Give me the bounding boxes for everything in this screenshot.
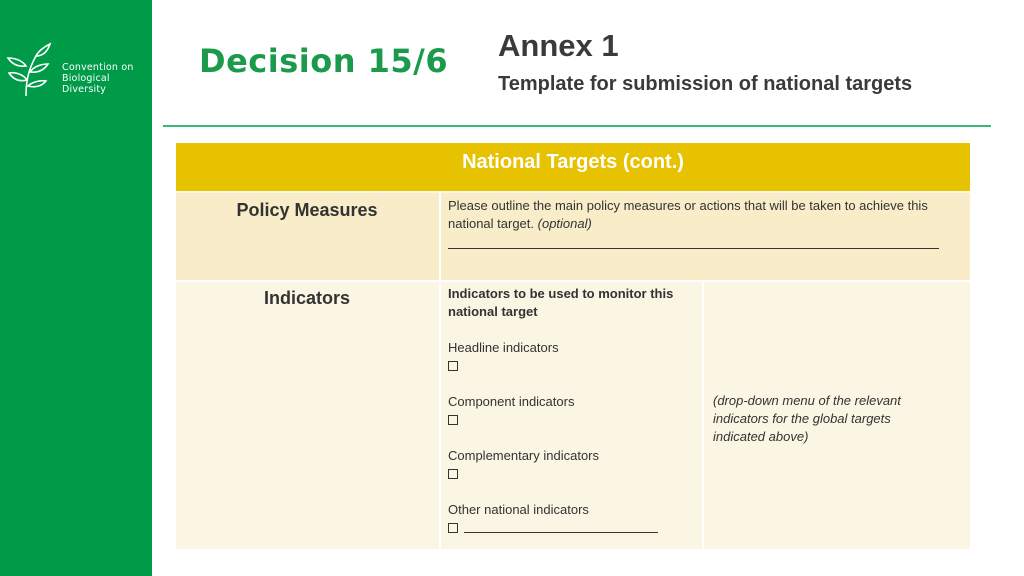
column-divider [439,193,441,549]
dropdown-note: (drop-down menu of the relevant indicato… [713,392,953,446]
header-divider [163,125,991,127]
leaf-plant-icon [6,42,52,96]
other-national-indicators-checkbox[interactable] [448,523,458,533]
component-indicators-checkbox[interactable] [448,415,458,425]
logo-line-2: Biological Diversity [62,73,110,95]
policy-measures-prompt: Please outline the main policy measures … [448,197,968,233]
other-national-indicators-label: Other national indicators [448,502,589,517]
indicators-intro-line-1: Indicators to be used to monitor this [448,286,674,301]
dropdown-note-line-2: indicators for the global targets [713,411,891,426]
policy-measures-input-line[interactable] [448,248,939,249]
annex-title: Annex 1 [498,28,619,63]
decision-title: Decision 15/6 [199,42,449,80]
component-indicators-label: Component indicators [448,394,575,409]
indicators-list: Indicators to be used to monitor this na… [448,285,698,537]
row-divider [176,280,970,282]
column-divider [702,282,704,549]
complementary-indicators-label: Complementary indicators [448,448,600,463]
row-label-policy-measures: Policy Measures [236,200,378,220]
dropdown-note-line-3: indicated above) [713,429,809,444]
other-indicators-input-line[interactable] [464,532,658,533]
headline-indicators-label: Headline indicators [448,340,559,355]
sidebar: Convention on Biological Diversity [0,0,152,576]
dropdown-note-line-1: (drop-down menu of the relevant [713,393,901,408]
cbd-logo: Convention on Biological Diversity [6,42,151,96]
optional-label: (optional) [537,216,592,231]
policy-prompt-line-2: national target. (optional) [448,215,968,233]
headline-indicators-checkbox[interactable] [448,361,458,371]
annex-subtitle: Template for submission of national targ… [498,73,913,95]
policy-prompt-line-1: Please outline the main policy measures … [448,198,928,213]
table-header: National Targets (cont.) [176,143,970,191]
table-title: National Targets (cont.) [462,151,684,173]
indicators-intro-line-2: national target [448,304,538,319]
logo-line-1: Convention on [62,62,134,73]
row-label-indicators: Indicators [263,288,351,308]
complementary-indicators-checkbox[interactable] [448,469,458,479]
policy-prompt-text: national target. [448,216,535,231]
national-targets-table: National Targets (cont.) Policy Measures… [176,143,970,549]
